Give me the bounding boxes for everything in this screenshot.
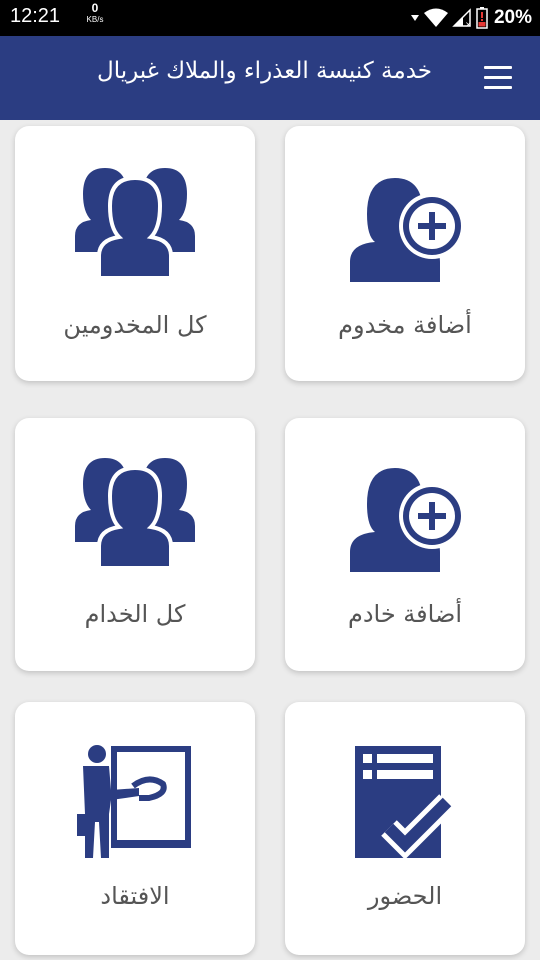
wifi-icon <box>423 8 448 27</box>
card-visiting[interactable]: الافتقاد <box>15 702 255 955</box>
app-title: خدمة كنيسة العذراء والملاك غبريال <box>96 58 432 84</box>
clock: 12:21 <box>10 5 61 27</box>
data-arrows-icon <box>410 15 419 21</box>
card-attendance[interactable]: الحضور <box>285 702 525 955</box>
card-all-servants[interactable]: كل الخدام <box>15 418 255 671</box>
presenter-board-icon <box>77 745 191 858</box>
card-label: كل الخدام <box>84 600 186 628</box>
add-user-icon <box>350 178 465 282</box>
hamburger-menu-icon[interactable] <box>478 64 518 92</box>
status-icons: × 20% <box>410 4 532 32</box>
card-label: الحضور <box>367 882 443 910</box>
network-speed-value: 0 <box>91 1 99 15</box>
cell-signal-icon: × <box>452 8 472 28</box>
card-all-served[interactable]: كل المخدومين <box>15 126 255 381</box>
battery-icon <box>476 7 488 29</box>
attendance-checklist-icon <box>355 746 455 860</box>
battery-percent: 20% <box>493 7 532 28</box>
card-label: أضافة مخدوم <box>338 311 472 339</box>
network-speed: 0 KB/s <box>80 1 110 25</box>
card-add-served[interactable]: أضافة مخدوم <box>285 126 525 381</box>
status-bar: 12:21 0 KB/s × 20% <box>0 0 540 36</box>
group-icon <box>75 458 195 569</box>
card-label: الافتقاد <box>100 882 170 910</box>
add-user-icon <box>350 468 465 572</box>
group-icon <box>75 168 195 279</box>
card-add-servant[interactable]: أضافة خادم <box>285 418 525 671</box>
svg-text:×: × <box>465 20 472 28</box>
network-speed-unit: KB/s <box>86 15 104 24</box>
card-label: كل المخدومين <box>63 311 207 339</box>
app-bar: خدمة كنيسة العذراء والملاك غبريال <box>0 36 540 120</box>
card-label: أضافة خادم <box>347 600 463 628</box>
